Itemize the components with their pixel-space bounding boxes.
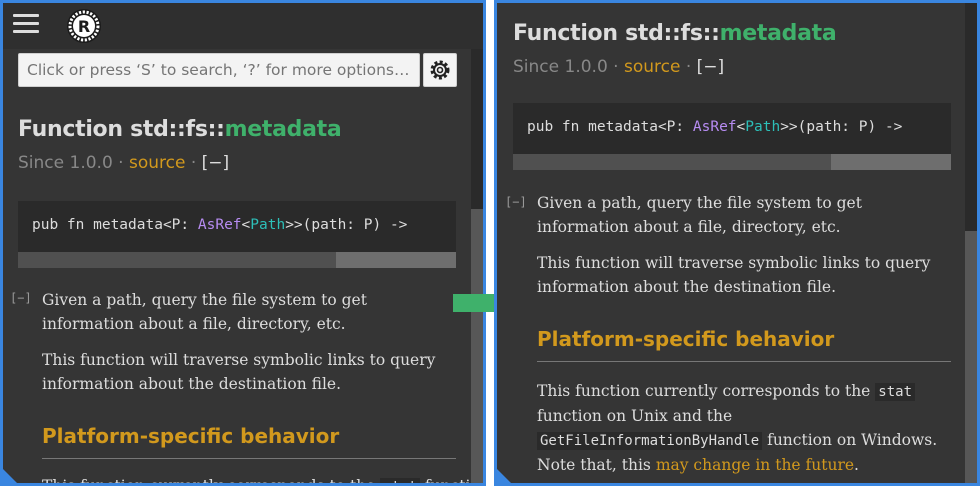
function-signature: pub fn metadata<P: AsRef<Path>>(path: P)… bbox=[32, 217, 408, 233]
signature-codeblock: pub fn metadata<P: AsRef<Path>>(path: P)… bbox=[18, 201, 456, 268]
since-version: Since 1.0.0 bbox=[513, 57, 608, 77]
vertical-scrollbar-thumb[interactable] bbox=[965, 231, 977, 483]
doc-paragraph-1: Given a path, query the file system to g… bbox=[42, 291, 367, 333]
doc-paragraph-3: This function currently corresponds to t… bbox=[537, 382, 938, 474]
vertical-scrollbar[interactable] bbox=[965, 3, 977, 483]
function-signature: pub fn metadata<P: AsRef<Path>>(path: P)… bbox=[527, 119, 903, 135]
heading-divider bbox=[537, 361, 951, 362]
since-line: Since 1.0.0 · source · [−] bbox=[18, 153, 230, 173]
svg-text:R: R bbox=[78, 17, 90, 36]
horizontal-scrollbar[interactable] bbox=[18, 252, 456, 268]
since-version: Since 1.0.0 bbox=[18, 153, 113, 173]
source-link[interactable]: source bbox=[624, 57, 680, 77]
doc-collapse-toggle[interactable]: [−] bbox=[505, 195, 527, 209]
vertical-scrollbar-thumb[interactable] bbox=[471, 209, 483, 483]
struct-link[interactable]: Path bbox=[745, 119, 780, 135]
inline-code-stat: stat bbox=[875, 383, 915, 401]
left-screenshot-panel: R Function std::fs::metadata Since 1.0.0… bbox=[0, 0, 486, 486]
doc-paragraph-2: This function will traverse symbolic lin… bbox=[42, 351, 436, 393]
vertical-scrollbar[interactable] bbox=[471, 49, 483, 483]
page-title: Function std::fs::metadata bbox=[18, 117, 342, 142]
search-input[interactable] bbox=[18, 53, 420, 87]
function-name: metadata bbox=[224, 117, 342, 142]
may-change-link[interactable]: may change in the future bbox=[656, 456, 854, 474]
hamburger-icon[interactable] bbox=[13, 11, 39, 37]
trait-link[interactable]: AsRef bbox=[198, 217, 242, 233]
gear-icon bbox=[430, 60, 450, 80]
inline-code-stat: stat bbox=[380, 478, 420, 483]
doc-paragraph-1: Given a path, query the file system to g… bbox=[537, 194, 862, 236]
section-heading[interactable]: Platform-specific behavior bbox=[537, 327, 834, 351]
doc-paragraph-3: This function currently corresponds to t… bbox=[42, 474, 483, 483]
mobile-topbar: R bbox=[3, 3, 483, 49]
page-title: Function std::fs::metadata bbox=[513, 21, 837, 46]
function-name: metadata bbox=[719, 21, 837, 46]
since-line: Since 1.0.0 · source · [−] bbox=[513, 57, 725, 77]
resize-corner bbox=[3, 469, 17, 483]
doc-collapse-toggle[interactable]: [−] bbox=[10, 291, 32, 305]
doc-paragraph-2: This function will traverse symbolic lin… bbox=[537, 254, 931, 296]
source-link[interactable]: source bbox=[129, 153, 185, 173]
horizontal-scrollbar[interactable] bbox=[513, 154, 951, 170]
scrollbar-thumb[interactable] bbox=[831, 154, 951, 170]
scrollbar-thumb[interactable] bbox=[336, 252, 456, 268]
right-screenshot-panel: Function std::fs::metadata Since 1.0.0 ·… bbox=[494, 0, 980, 486]
inline-code-getfileinformationbyhandle: GetFileInformationByHandle bbox=[537, 432, 763, 450]
section-heading[interactable]: Platform-specific behavior bbox=[42, 424, 339, 448]
collapse-all-toggle[interactable]: [−] bbox=[697, 57, 725, 77]
heading-divider bbox=[42, 458, 456, 459]
rust-logo[interactable]: R bbox=[66, 8, 102, 44]
resize-corner bbox=[497, 469, 511, 483]
settings-button[interactable] bbox=[423, 53, 457, 87]
collapse-all-toggle[interactable]: [−] bbox=[202, 153, 230, 173]
struct-link[interactable]: Path bbox=[250, 217, 285, 233]
trait-link[interactable]: AsRef bbox=[693, 119, 737, 135]
signature-codeblock: pub fn metadata<P: AsRef<Path>>(path: P)… bbox=[513, 103, 951, 170]
